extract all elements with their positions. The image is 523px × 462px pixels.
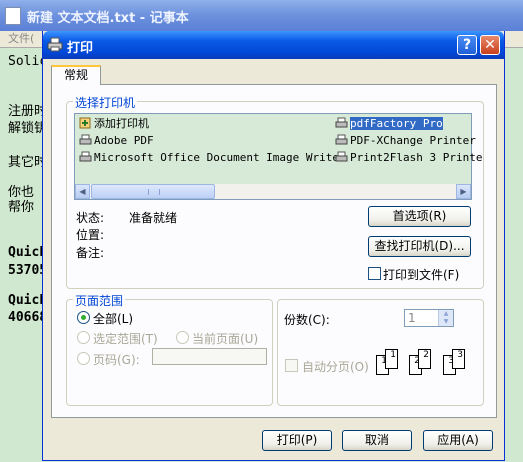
select-printer-legend: 选择打印机 [73,94,138,111]
close-button[interactable]: ✕ [480,35,500,55]
printer-name: Print2Flash 3 Printe [350,151,483,164]
spin-up-icon[interactable]: ▲ [438,310,453,318]
print-to-file-label[interactable]: 打印到文件(F) [383,266,459,283]
collate-page: 1 [385,349,398,369]
notepad-title: 新建 文本文档.txt - 记事本 [27,11,189,26]
scroll-thumb[interactable] [91,184,215,199]
preferences-button[interactable]: 首选项(R) [368,206,471,227]
notepad-title-bar: 新建 文本文档.txt - 记事本 [0,0,523,31]
add-printer-icon [79,117,91,129]
range-all-radio[interactable] [77,311,90,324]
list-item-printer-selected[interactable]: pdfFactory Pro [335,116,443,131]
printer-icon [335,151,348,162]
printer-name: Adobe PDF [94,134,154,147]
range-selection-label[interactable]: 选定范围(T) [93,330,158,347]
range-current-page-label[interactable]: 当前页面(U) [192,330,258,347]
printer-icon [335,134,348,145]
list-item-add-printer[interactable]: 添加打印机 [79,116,149,131]
printer-name: pdfFactory Pro [350,117,443,130]
list-item-printer[interactable]: Print2Flash 3 Printe [335,150,482,165]
notepad-line: 帮你 [8,200,35,215]
list-item-printer[interactable]: Microsoft Office Document Image Writer [79,150,346,165]
printer-name: 添加打印机 [94,117,149,130]
printer-icon [79,134,92,145]
printer-icon [335,117,348,128]
range-pages-label[interactable]: 页码(G): [93,351,140,368]
help-button[interactable]: ? [457,35,477,55]
apply-button[interactable]: 应用(A) [423,430,493,451]
location-label: 位置: [76,228,105,242]
grip-icon [148,189,160,195]
dialog-title: 打印 [67,41,94,56]
tab-general[interactable]: 常规 [51,65,101,85]
printer-name: Microsoft Office Document Image Writer [94,151,346,164]
print-button[interactable]: 打印(P) [262,430,332,451]
range-all-label[interactable]: 全部(L) [93,310,133,327]
collate-checkbox[interactable] [285,359,298,372]
status-value: 准备就绪 [129,211,178,225]
range-current-page-radio[interactable] [176,331,189,344]
collate-page: 3 [452,349,465,369]
dialog-title-bar[interactable]: 打印 ? ✕ [43,31,504,59]
printer-list-scrollbar[interactable]: ◀ ▶ [75,184,471,199]
printer-icon [47,37,63,52]
printer-name: PDF-XChange Printer [350,134,476,147]
find-printer-button[interactable]: 查找打印机(D)... [368,236,471,257]
collate-label[interactable]: 自动分页(O) [302,358,369,375]
cancel-button[interactable]: 取消 [342,430,412,451]
page-range-legend: 页面范围 [73,292,126,309]
printer-icon [79,151,92,162]
copies-value: 1 [408,311,416,325]
collate-page: 2 [418,349,431,369]
print-to-file-checkbox[interactable] [368,267,381,280]
list-item-printer[interactable]: Adobe PDF [79,133,154,148]
range-selection-radio[interactable] [77,331,90,344]
scroll-right-icon[interactable]: ▶ [456,184,471,199]
list-item-printer[interactable]: PDF-XChange Printer [335,133,476,148]
notepad-icon [5,7,21,25]
pages-input[interactable] [152,348,267,365]
spin-down-icon[interactable]: ▼ [438,318,453,326]
copies-label: 份数(C): [284,313,330,327]
scroll-left-icon[interactable]: ◀ [75,184,90,199]
comment-label: 备注: [76,246,105,260]
printer-list[interactable]: 添加打印机 Adobe PDF Microsoft Office Documen… [74,113,482,200]
copies-stepper[interactable]: 1 ▲ ▼ [404,309,454,327]
range-pages-radio[interactable] [77,352,90,365]
menu-file[interactable]: 文件( [8,32,34,45]
status-label: 状态: [76,211,105,225]
